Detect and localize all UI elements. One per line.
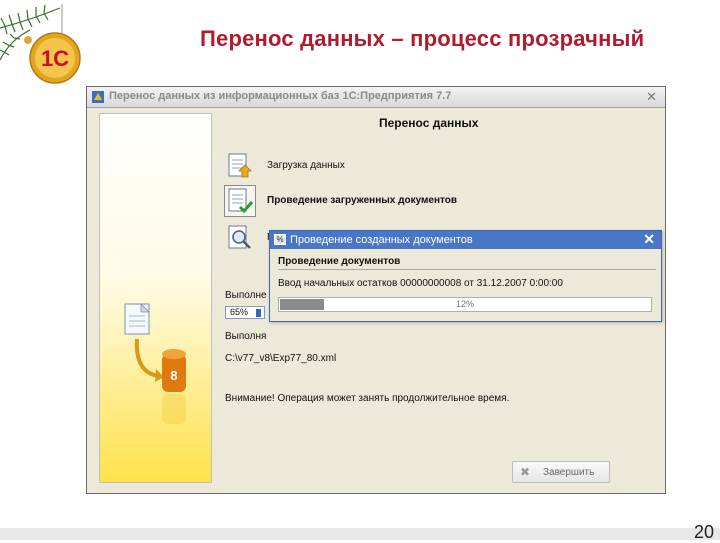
dialog-progress-label: 12%: [455, 299, 474, 309]
dialog-titlebar[interactable]: % Проведение созданных документов ✕: [270, 231, 661, 249]
logo-text: 1С: [41, 46, 69, 71]
dialog-progress-bar: 12%: [278, 297, 652, 312]
footer-bar: [0, 528, 720, 540]
dialog-heading: Проведение документов: [278, 256, 401, 267]
document-arrow-icon: [228, 153, 252, 178]
small-progress-fill: [256, 309, 261, 317]
window-title: Перенос данных из информационных баз 1С:…: [109, 90, 452, 102]
slide-title: Перенос данных – процесс прозрачный: [200, 26, 645, 51]
status-label-2: Выполня: [225, 331, 267, 342]
panel-heading: Перенос данных: [379, 116, 479, 130]
close-icon[interactable]: ✕: [643, 231, 655, 248]
warning-text: Внимание! Операция может занять продолжи…: [225, 393, 510, 404]
illustration-panel: 8: [99, 113, 212, 483]
step-label: Проведение загруженных документов: [267, 195, 458, 206]
document-check-icon: [228, 188, 254, 214]
svg-text:8: 8: [170, 368, 177, 383]
cancel-icon: ✖: [520, 465, 531, 479]
posting-dialog: % Проведение созданных документов ✕ Пров…: [269, 230, 662, 322]
transfer-illustration: 8: [124, 303, 186, 424]
small-progress-bar: 65%: [225, 306, 265, 319]
dialog-detail: Ввод начальных остатков 00000000008 от 3…: [278, 278, 563, 289]
logo-ornament: 1С: [0, 4, 81, 84]
small-progress-label: 65%: [230, 307, 249, 317]
finish-button[interactable]: ✖ Завершить: [512, 461, 610, 483]
divider: [278, 269, 656, 270]
magnifier-icon: [228, 225, 251, 249]
app-icon: [92, 91, 104, 103]
dialog-app-icon: %: [274, 234, 286, 245]
close-icon[interactable]: ✕: [646, 89, 657, 105]
finish-button-label: Завершить: [543, 467, 595, 478]
window-titlebar[interactable]: Перенос данных из информационных баз 1С:…: [87, 87, 665, 108]
file-path: C:\v77_v8\Exp77_80.xml: [225, 353, 337, 364]
status-label-1: Выполне: [225, 290, 267, 301]
step-label: Загрузка данных: [267, 160, 345, 171]
dialog-title: Проведение созданных документов: [290, 234, 473, 246]
